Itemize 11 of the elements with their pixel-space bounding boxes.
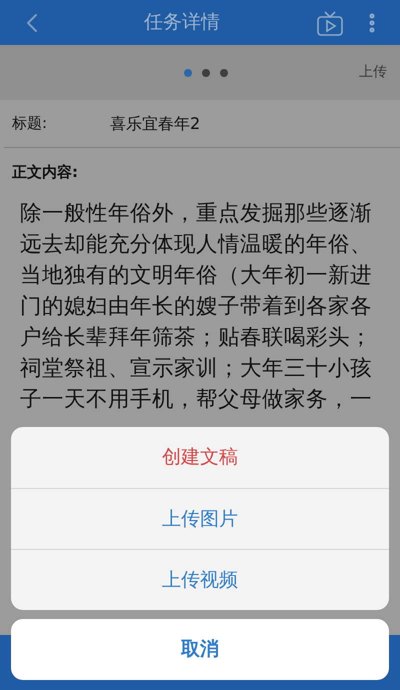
page-title: 任务详情	[144, 10, 220, 36]
sheet-option[interactable]: 上传图片	[11, 488, 389, 549]
upload-link[interactable]: 上传	[359, 62, 387, 83]
cancel-button[interactable]: 取消	[11, 619, 389, 680]
body-paragraph: 除一般性年俗外，重点发掘那些逐渐远去却能充分体现人情温暖的年俗、当地独有的文明年俗（大年初一新进门的媳妇由年长的嫂子带着到各家各户给长辈拜年筛茶；贴春联喝彩头；祠堂祭祖、宣示家训；大年三十小孩子一天不用手机，帮父母做家务，一	[20, 200, 373, 414]
field-label: 正文内容:	[12, 163, 78, 181]
field-label: 标题:	[12, 113, 48, 134]
field-value: 喜乐宜春年2	[110, 112, 200, 134]
sheet-option[interactable]: 创建文稿	[11, 427, 389, 488]
sheet-option[interactable]: 上传视频	[11, 549, 389, 610]
tv-play-icon[interactable]	[316, 8, 344, 36]
